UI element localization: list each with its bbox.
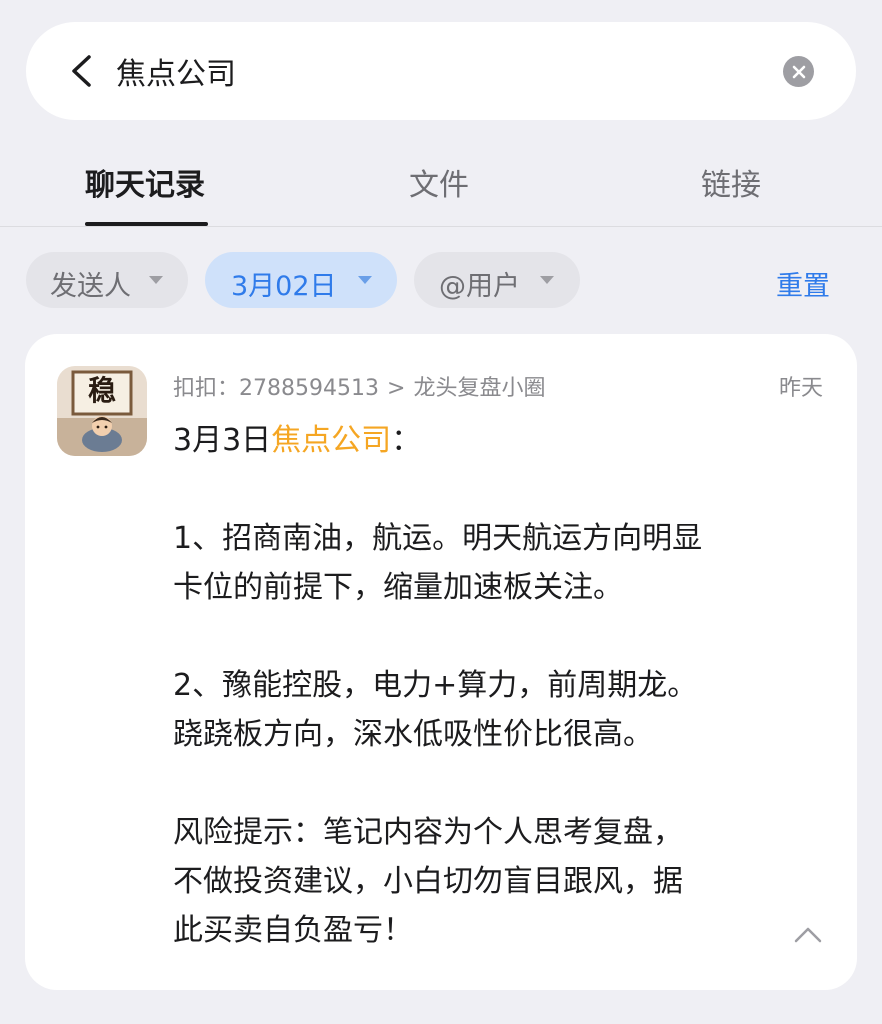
message-line: 此买卖自负盈亏！ [173,913,413,948]
source-separator: > [387,376,406,401]
message-line: 风险提示：笔记内容为个人思考复盘， [173,815,683,850]
message-time: 昨天 [778,376,823,401]
dropdown-arrow-icon [358,276,372,284]
source-prefix: 扣扣： [173,376,240,401]
tab-links[interactable]: 链接 [701,160,761,204]
sender-filter-chip[interactable]: 发送人 [26,252,188,308]
reset-button[interactable]: 重置 [776,264,830,303]
sender-filter-label: 发送人 [50,271,131,302]
source-id: 2788594513 [239,376,379,401]
chevron-left-icon [72,55,91,87]
dropdown-arrow-icon [149,276,163,284]
mention-filter-chip[interactable]: @用户 [414,252,580,308]
clear-search-button[interactable] [783,56,814,87]
collapse-button[interactable] [793,920,823,950]
back-button[interactable] [56,46,106,96]
tab-chat-records[interactable]: 聊天记录 [85,160,205,204]
chevron-up-icon [794,927,822,943]
filter-bar: 发送人 3月02日 @用户 重置 [0,252,882,310]
group-name: 龙头复盘小圈 [413,376,546,401]
message-line: 卡位的前提下，缩量加速板关注。 [173,570,623,605]
message-line: 跷跷板方向，深水低吸性价比很高。 [173,717,653,752]
message-line: 不做投资建议，小白切勿盲目跟风，据 [173,864,683,899]
message-text: 3月3日焦点公司： 1、招商南油，航运。明天航运方向明显 卡位的前提下，缩量加速… [173,416,813,955]
message-line: 2、豫能控股，电力+算力，前周期龙。 [173,668,698,703]
mention-filter-label: @用户 [439,271,520,302]
message-colon: ： [391,423,422,458]
clear-circle-icon [792,65,805,78]
search-bar [26,22,856,120]
message-source[interactable]: 扣扣：2788594513 > 龙头复盘小圈 [173,370,545,402]
search-input[interactable] [116,46,756,96]
avatar-character: 稳 [87,374,116,407]
tab-files[interactable]: 文件 [409,160,469,204]
message-card[interactable]: 稳 扣扣：2788594513 > 龙头复盘小圈 昨天 3月3日焦点公司： 1、招商… [25,334,857,990]
message-date: 3月3日 [173,423,272,458]
avatar[interactable]: 稳 [57,366,147,456]
active-tab-indicator [85,222,208,226]
result-tabs: 聊天记录 文件 链接 [0,140,882,227]
date-filter-label: 3月02日 [231,271,337,302]
dropdown-arrow-icon [540,276,554,284]
message-line: 1、招商南油，航运。明天航运方向明显 [173,521,703,556]
search-keyword-highlight: 焦点公司 [271,423,392,458]
message-line: 3月3日焦点公司： [173,416,813,465]
date-filter-chip[interactable]: 3月02日 [205,252,397,308]
